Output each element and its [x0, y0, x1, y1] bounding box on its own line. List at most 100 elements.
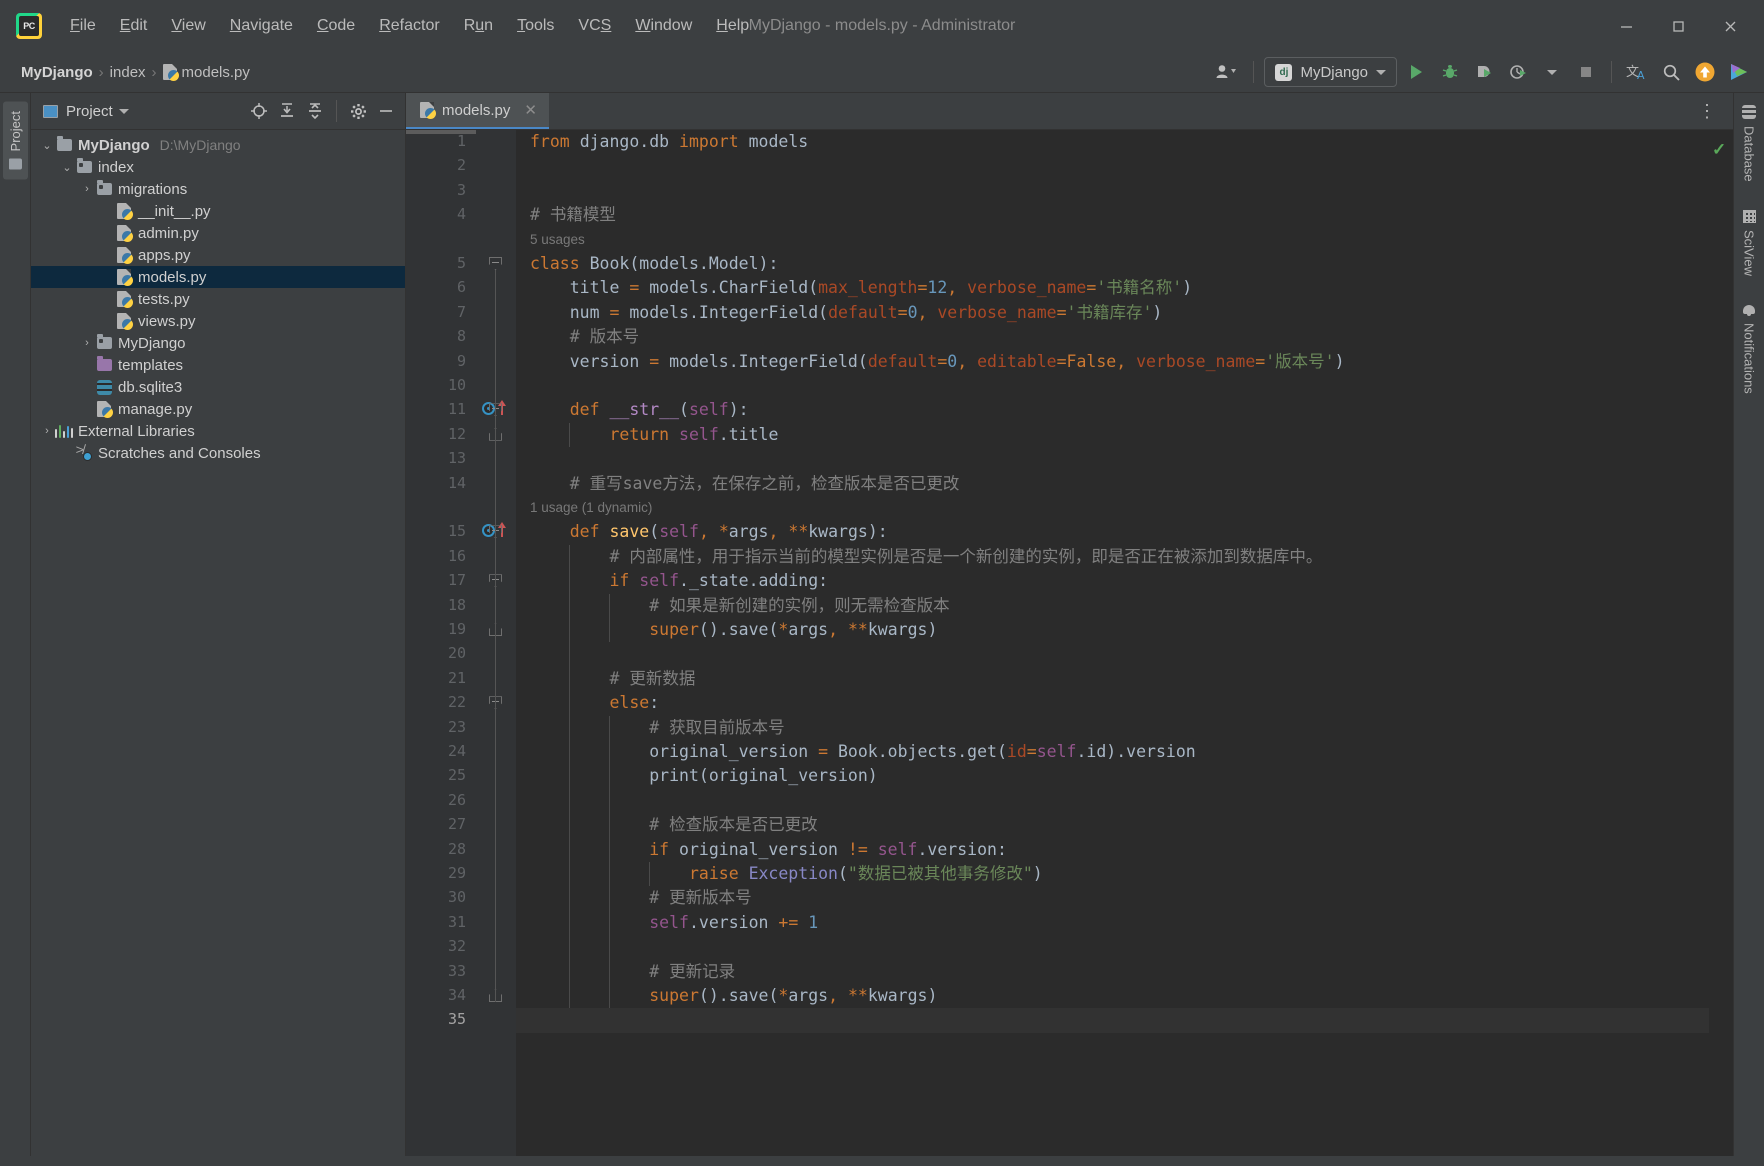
code-line[interactable]: super().save(*args, **kwargs): [530, 984, 937, 1008]
expand-all-icon[interactable]: [274, 98, 300, 124]
code-line[interactable]: # 版本号: [530, 325, 639, 349]
chevron-down-icon[interactable]: ⌄: [39, 139, 55, 152]
usage-hint[interactable]: 5 usages: [530, 228, 585, 252]
code-line[interactable]: # 内部属性，用于指示当前的模型实例是否是一个新创建的实例，即是否正在被添加到数…: [530, 545, 1322, 569]
usage-hint[interactable]: 1 usage (1 dynamic): [530, 496, 652, 520]
code-line[interactable]: [530, 642, 540, 666]
translate-icon[interactable]: 文 A: [1622, 57, 1652, 87]
code-line[interactable]: title = models.CharField(max_length=12, …: [530, 276, 1192, 300]
tree-item-mydjango[interactable]: ⌄ MyDjango D:\MyDjango: [31, 134, 405, 156]
menu-vcs[interactable]: VCS: [566, 13, 623, 39]
menu-window[interactable]: Window: [623, 13, 704, 39]
breadcrumb-file[interactable]: models.py: [160, 62, 253, 83]
tree-item-manage-py[interactable]: manage.py: [31, 398, 405, 420]
code-line[interactable]: # 更新记录: [530, 960, 735, 984]
tree-item-mydjango[interactable]: › MyDjango: [31, 332, 405, 354]
menu-code[interactable]: Code: [305, 13, 367, 39]
chevron-down-icon[interactable]: [1537, 57, 1567, 87]
chevron-right-icon[interactable]: ›: [39, 425, 55, 437]
tree-item-views-py[interactable]: views.py: [31, 310, 405, 332]
run-with-coverage-icon[interactable]: [1469, 57, 1499, 87]
code-line[interactable]: raise Exception("数据已被其他事务修改"): [530, 862, 1043, 886]
chevron-right-icon[interactable]: ›: [79, 183, 95, 195]
code-line[interactable]: super().save(*args, **kwargs): [530, 618, 937, 642]
code-line[interactable]: [530, 154, 540, 178]
code-line[interactable]: # 如果是新创建的实例，则无需检查版本: [530, 594, 949, 618]
code-line[interactable]: if original_version != self.version:: [530, 838, 1007, 862]
sidebar-tab-database[interactable]: Database: [1740, 101, 1759, 186]
search-everywhere-icon[interactable]: [1656, 57, 1686, 87]
tree-item-db-sqlite3[interactable]: db.sqlite3: [31, 376, 405, 398]
tree-item-apps-py[interactable]: apps.py: [31, 244, 405, 266]
gear-icon[interactable]: [345, 98, 371, 124]
locate-icon[interactable]: [246, 98, 272, 124]
tree-item-migrations[interactable]: › migrations: [31, 178, 405, 200]
menu-refactor[interactable]: Refactor: [367, 13, 451, 39]
stop-icon[interactable]: [1571, 57, 1601, 87]
code-line[interactable]: def __str__(self):: [530, 398, 749, 422]
code-line[interactable]: [530, 374, 540, 398]
code-line[interactable]: def save(self, *args, **kwargs):: [530, 520, 888, 544]
tree-item-scratches-and-consoles[interactable]: Scratches and Consoles: [31, 442, 405, 464]
menu-file[interactable]: File: [58, 13, 108, 39]
chevron-down-icon[interactable]: ⌄: [59, 161, 75, 174]
menu-view[interactable]: View: [159, 13, 217, 39]
tree-item-tests-py[interactable]: tests.py: [31, 288, 405, 310]
code-line[interactable]: [530, 789, 540, 813]
code-surface[interactable]: from django.db import models # 书籍模型 5 usa…: [516, 130, 1709, 1156]
menu-run[interactable]: Run: [452, 13, 505, 39]
code-editor[interactable]: 1 2 3 4 5 6 7 8 9 10 11 12 13 14 15 16 17 18 19 20 21 22 23 24 2…: [406, 130, 1733, 1156]
sidebar-tab-sciview[interactable]: SciView: [1740, 206, 1759, 280]
ide-feature-icon[interactable]: [1724, 57, 1754, 87]
code-line[interactable]: print(original_version): [530, 764, 878, 788]
close-icon[interactable]: ✕: [524, 101, 537, 119]
code-line[interactable]: # 更新版本号: [530, 886, 751, 910]
chevron-right-icon[interactable]: ›: [79, 337, 95, 349]
menu-help[interactable]: Help: [704, 13, 761, 39]
inspection-strip[interactable]: ✓: [1709, 130, 1733, 1156]
sidebar-tab-notifications[interactable]: Notifications: [1740, 300, 1759, 398]
menu-edit[interactable]: Edit: [108, 13, 160, 39]
run-icon[interactable]: [1401, 57, 1431, 87]
code-line[interactable]: return self.title: [530, 423, 778, 447]
tree-item--init-py[interactable]: __init__.py: [31, 200, 405, 222]
run-configuration-selector[interactable]: dj MyDjango: [1264, 57, 1397, 87]
project-tree[interactable]: ⌄ MyDjango D:\MyDjango ⌄ index › migrations __i…: [31, 130, 405, 1156]
tree-item-models-py[interactable]: models.py: [31, 266, 405, 288]
tree-item-index[interactable]: ⌄ index: [31, 156, 405, 178]
menu-navigate[interactable]: Navigate: [218, 13, 305, 39]
tree-item-admin-py[interactable]: admin.py: [31, 222, 405, 244]
breadcrumb-folder[interactable]: index: [107, 62, 149, 83]
code-line[interactable]: # 更新数据: [530, 667, 695, 691]
code-line[interactable]: # 检查版本是否已更改: [530, 813, 817, 837]
gutter-icon-strip[interactable]: [476, 130, 516, 1156]
tree-item-templates[interactable]: templates: [31, 354, 405, 376]
code-line[interactable]: else:: [530, 691, 659, 715]
code-line[interactable]: [530, 179, 540, 203]
minimize-button[interactable]: [1600, 6, 1652, 46]
sidebar-tab-project[interactable]: Project: [2, 101, 28, 180]
code-line[interactable]: [530, 935, 540, 959]
code-line[interactable]: if self._state.adding:: [530, 569, 828, 593]
maximize-button[interactable]: [1652, 6, 1704, 46]
tree-item-external-libraries[interactable]: › External Libraries: [31, 420, 405, 442]
user-accounts-icon[interactable]: [1213, 57, 1243, 87]
breadcrumb-project[interactable]: MyDjango: [18, 62, 96, 83]
menu-tools[interactable]: Tools: [505, 13, 566, 39]
update-icon[interactable]: [1690, 57, 1720, 87]
more-options-icon[interactable]: ⋮: [1690, 101, 1725, 122]
code-line[interactable]: [530, 1008, 540, 1032]
code-line[interactable]: self.version += 1: [530, 911, 818, 935]
code-line[interactable]: class Book(models.Model):: [530, 252, 778, 276]
code-line[interactable]: [530, 447, 540, 471]
collapse-all-icon[interactable]: [302, 98, 328, 124]
hide-panel-icon[interactable]: [373, 98, 399, 124]
code-line[interactable]: version = models.IntegerField(default=0,…: [530, 350, 1345, 374]
chevron-down-icon[interactable]: [118, 108, 129, 114]
code-line[interactable]: original_version = Book.objects.get(id=s…: [530, 740, 1195, 764]
debug-icon[interactable]: [1435, 57, 1465, 87]
profiler-icon[interactable]: [1503, 57, 1533, 87]
close-button[interactable]: [1704, 6, 1756, 46]
code-line[interactable]: # 书籍模型: [530, 203, 616, 227]
fold-region-start-icon[interactable]: [489, 257, 502, 270]
